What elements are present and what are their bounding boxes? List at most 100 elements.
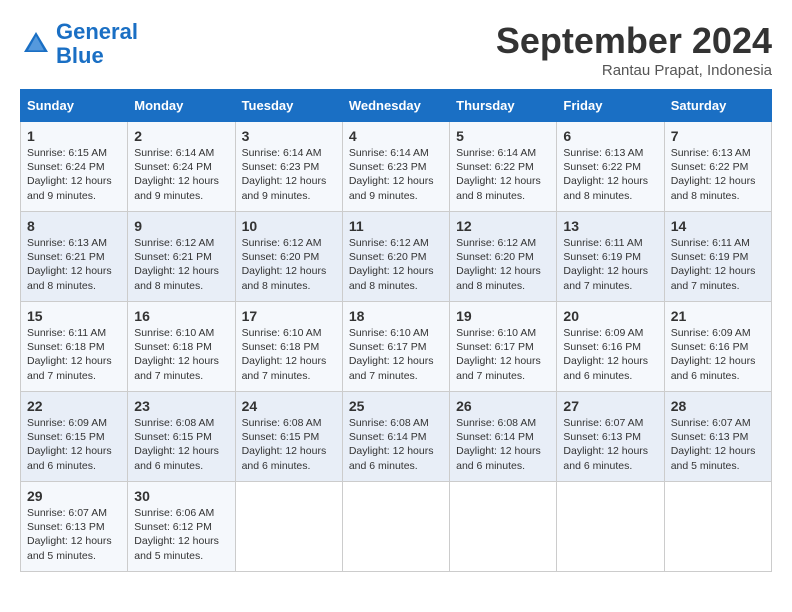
day-info: Sunrise: 6:14 AMSunset: 6:23 PMDaylight:… <box>349 146 443 203</box>
day-info: Sunrise: 6:12 AMSunset: 6:21 PMDaylight:… <box>134 236 228 293</box>
day-info: Sunrise: 6:07 AMSunset: 6:13 PMDaylight:… <box>671 416 765 473</box>
day-info: Sunrise: 6:15 AMSunset: 6:24 PMDaylight:… <box>27 146 121 203</box>
calendar-cell <box>557 482 664 572</box>
header-friday: Friday <box>557 90 664 122</box>
day-info: Sunrise: 6:12 AMSunset: 6:20 PMDaylight:… <box>349 236 443 293</box>
day-number: 26 <box>456 398 550 414</box>
calendar-cell: 27 Sunrise: 6:07 AMSunset: 6:13 PMDaylig… <box>557 392 664 482</box>
day-info: Sunrise: 6:11 AMSunset: 6:19 PMDaylight:… <box>671 236 765 293</box>
calendar-cell: 25 Sunrise: 6:08 AMSunset: 6:14 PMDaylig… <box>342 392 449 482</box>
calendar-cell: 19 Sunrise: 6:10 AMSunset: 6:17 PMDaylig… <box>450 302 557 392</box>
calendar-cell: 28 Sunrise: 6:07 AMSunset: 6:13 PMDaylig… <box>664 392 771 482</box>
day-info: Sunrise: 6:09 AMSunset: 6:16 PMDaylight:… <box>563 326 657 383</box>
day-number: 15 <box>27 308 121 324</box>
header-monday: Monday <box>128 90 235 122</box>
title-block: September 2024 Rantau Prapat, Indonesia <box>496 20 772 79</box>
day-info: Sunrise: 6:10 AMSunset: 6:18 PMDaylight:… <box>242 326 336 383</box>
day-number: 10 <box>242 218 336 234</box>
calendar-cell: 21 Sunrise: 6:09 AMSunset: 6:16 PMDaylig… <box>664 302 771 392</box>
day-info: Sunrise: 6:07 AMSunset: 6:13 PMDaylight:… <box>563 416 657 473</box>
day-info: Sunrise: 6:07 AMSunset: 6:13 PMDaylight:… <box>27 506 121 563</box>
day-info: Sunrise: 6:13 AMSunset: 6:21 PMDaylight:… <box>27 236 121 293</box>
calendar-cell: 24 Sunrise: 6:08 AMSunset: 6:15 PMDaylig… <box>235 392 342 482</box>
calendar-cell: 2 Sunrise: 6:14 AMSunset: 6:24 PMDayligh… <box>128 122 235 212</box>
header-thursday: Thursday <box>450 90 557 122</box>
day-number: 7 <box>671 128 765 144</box>
day-info: Sunrise: 6:08 AMSunset: 6:15 PMDaylight:… <box>134 416 228 473</box>
calendar-cell: 20 Sunrise: 6:09 AMSunset: 6:16 PMDaylig… <box>557 302 664 392</box>
logo-icon <box>20 28 52 60</box>
page-header: General Blue September 2024 Rantau Prapa… <box>20 20 772 79</box>
calendar-cell: 3 Sunrise: 6:14 AMSunset: 6:23 PMDayligh… <box>235 122 342 212</box>
month-title: September 2024 <box>496 20 772 62</box>
day-number: 25 <box>349 398 443 414</box>
header-saturday: Saturday <box>664 90 771 122</box>
day-info: Sunrise: 6:13 AMSunset: 6:22 PMDaylight:… <box>563 146 657 203</box>
day-info: Sunrise: 6:08 AMSunset: 6:14 PMDaylight:… <box>456 416 550 473</box>
day-number: 22 <box>27 398 121 414</box>
calendar-cell: 22 Sunrise: 6:09 AMSunset: 6:15 PMDaylig… <box>21 392 128 482</box>
calendar-cell: 11 Sunrise: 6:12 AMSunset: 6:20 PMDaylig… <box>342 212 449 302</box>
calendar-cell: 13 Sunrise: 6:11 AMSunset: 6:19 PMDaylig… <box>557 212 664 302</box>
day-number: 29 <box>27 488 121 504</box>
header-tuesday: Tuesday <box>235 90 342 122</box>
calendar-cell: 14 Sunrise: 6:11 AMSunset: 6:19 PMDaylig… <box>664 212 771 302</box>
day-number: 24 <box>242 398 336 414</box>
day-number: 2 <box>134 128 228 144</box>
calendar-cell: 10 Sunrise: 6:12 AMSunset: 6:20 PMDaylig… <box>235 212 342 302</box>
day-info: Sunrise: 6:10 AMSunset: 6:18 PMDaylight:… <box>134 326 228 383</box>
calendar-week-5: 29 Sunrise: 6:07 AMSunset: 6:13 PMDaylig… <box>21 482 772 572</box>
calendar-cell: 26 Sunrise: 6:08 AMSunset: 6:14 PMDaylig… <box>450 392 557 482</box>
calendar-cell: 17 Sunrise: 6:10 AMSunset: 6:18 PMDaylig… <box>235 302 342 392</box>
day-number: 1 <box>27 128 121 144</box>
calendar-cell <box>235 482 342 572</box>
day-info: Sunrise: 6:09 AMSunset: 6:15 PMDaylight:… <box>27 416 121 473</box>
day-number: 9 <box>134 218 228 234</box>
day-info: Sunrise: 6:13 AMSunset: 6:22 PMDaylight:… <box>671 146 765 203</box>
day-info: Sunrise: 6:14 AMSunset: 6:23 PMDaylight:… <box>242 146 336 203</box>
day-number: 17 <box>242 308 336 324</box>
day-number: 4 <box>349 128 443 144</box>
day-info: Sunrise: 6:14 AMSunset: 6:22 PMDaylight:… <box>456 146 550 203</box>
day-number: 30 <box>134 488 228 504</box>
day-info: Sunrise: 6:06 AMSunset: 6:12 PMDaylight:… <box>134 506 228 563</box>
calendar-table: SundayMondayTuesdayWednesdayThursdayFrid… <box>20 89 772 572</box>
day-number: 13 <box>563 218 657 234</box>
calendar-cell: 18 Sunrise: 6:10 AMSunset: 6:17 PMDaylig… <box>342 302 449 392</box>
calendar-cell <box>664 482 771 572</box>
header-wednesday: Wednesday <box>342 90 449 122</box>
calendar-week-4: 22 Sunrise: 6:09 AMSunset: 6:15 PMDaylig… <box>21 392 772 482</box>
day-info: Sunrise: 6:12 AMSunset: 6:20 PMDaylight:… <box>242 236 336 293</box>
header-row: SundayMondayTuesdayWednesdayThursdayFrid… <box>21 90 772 122</box>
day-number: 20 <box>563 308 657 324</box>
calendar-week-3: 15 Sunrise: 6:11 AMSunset: 6:18 PMDaylig… <box>21 302 772 392</box>
calendar-cell: 8 Sunrise: 6:13 AMSunset: 6:21 PMDayligh… <box>21 212 128 302</box>
day-number: 18 <box>349 308 443 324</box>
calendar-week-2: 8 Sunrise: 6:13 AMSunset: 6:21 PMDayligh… <box>21 212 772 302</box>
day-info: Sunrise: 6:10 AMSunset: 6:17 PMDaylight:… <box>349 326 443 383</box>
calendar-cell: 5 Sunrise: 6:14 AMSunset: 6:22 PMDayligh… <box>450 122 557 212</box>
day-number: 8 <box>27 218 121 234</box>
day-number: 11 <box>349 218 443 234</box>
calendar-cell: 29 Sunrise: 6:07 AMSunset: 6:13 PMDaylig… <box>21 482 128 572</box>
calendar-cell: 23 Sunrise: 6:08 AMSunset: 6:15 PMDaylig… <box>128 392 235 482</box>
day-number: 6 <box>563 128 657 144</box>
day-info: Sunrise: 6:12 AMSunset: 6:20 PMDaylight:… <box>456 236 550 293</box>
header-sunday: Sunday <box>21 90 128 122</box>
calendar-cell: 30 Sunrise: 6:06 AMSunset: 6:12 PMDaylig… <box>128 482 235 572</box>
logo: General Blue <box>20 20 138 68</box>
day-number: 16 <box>134 308 228 324</box>
day-number: 14 <box>671 218 765 234</box>
calendar-cell: 6 Sunrise: 6:13 AMSunset: 6:22 PMDayligh… <box>557 122 664 212</box>
calendar-cell: 12 Sunrise: 6:12 AMSunset: 6:20 PMDaylig… <box>450 212 557 302</box>
day-number: 23 <box>134 398 228 414</box>
calendar-cell: 7 Sunrise: 6:13 AMSunset: 6:22 PMDayligh… <box>664 122 771 212</box>
calendar-cell: 15 Sunrise: 6:11 AMSunset: 6:18 PMDaylig… <box>21 302 128 392</box>
day-info: Sunrise: 6:09 AMSunset: 6:16 PMDaylight:… <box>671 326 765 383</box>
day-info: Sunrise: 6:11 AMSunset: 6:18 PMDaylight:… <box>27 326 121 383</box>
day-info: Sunrise: 6:11 AMSunset: 6:19 PMDaylight:… <box>563 236 657 293</box>
location: Rantau Prapat, Indonesia <box>496 62 772 79</box>
day-number: 5 <box>456 128 550 144</box>
day-number: 19 <box>456 308 550 324</box>
day-number: 21 <box>671 308 765 324</box>
